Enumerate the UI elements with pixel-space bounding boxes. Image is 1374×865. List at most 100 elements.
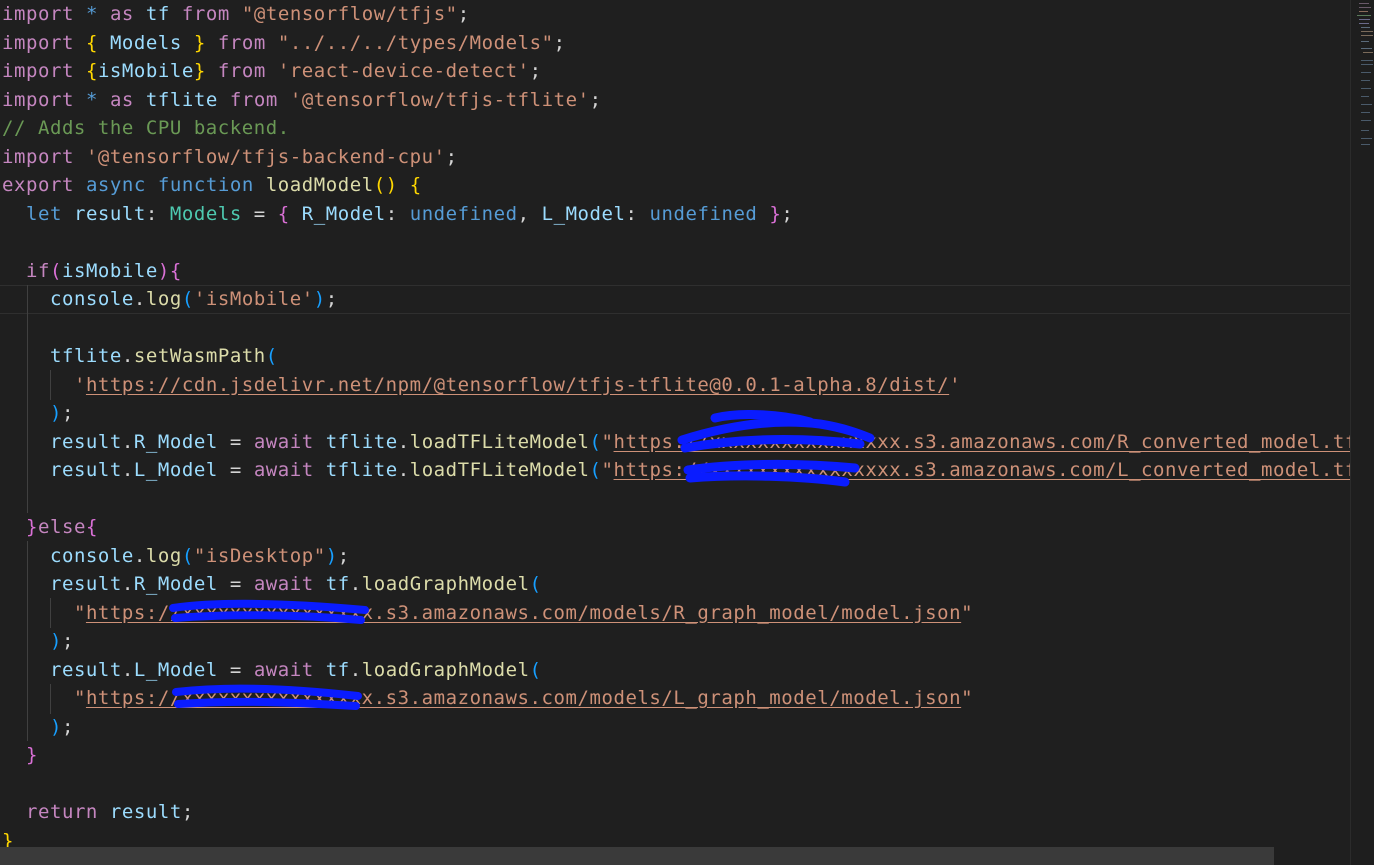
code-line[interactable]: }else{ xyxy=(0,513,1350,542)
code-token: https://xxxxxxxxxxxxxxxx.s3.amazonaws.co… xyxy=(613,459,1350,481)
minimap-line xyxy=(1361,80,1370,81)
minimap[interactable] xyxy=(1350,0,1374,865)
minimap-line xyxy=(1361,120,1371,121)
code-line[interactable]: // Adds the CPU backend. xyxy=(0,114,1350,143)
code-token: = xyxy=(217,573,254,595)
code-line[interactable]: ); xyxy=(0,627,1350,656)
code-token: ; xyxy=(553,31,566,54)
code-line[interactable]: } xyxy=(0,741,1350,770)
code-token: " xyxy=(601,459,614,481)
minimap-line xyxy=(1361,144,1370,145)
code-token: { xyxy=(169,259,182,282)
code-line[interactable]: import {isMobile} from 'react-device-det… xyxy=(0,57,1350,86)
code-line[interactable]: return result; xyxy=(0,798,1350,827)
minimap-line xyxy=(1361,64,1373,65)
code-line[interactable] xyxy=(0,228,1350,257)
code-line[interactable]: import { Models } from "../../../types/M… xyxy=(0,29,1350,58)
code-token: . xyxy=(349,658,362,681)
code-token: ' xyxy=(73,373,86,396)
minimap-line xyxy=(1361,35,1373,36)
code-line-current[interactable]: console.log('isMobile'); xyxy=(0,285,1350,314)
code-line[interactable] xyxy=(0,314,1350,343)
code-line[interactable]: import * as tf from "@tensorflow/tfjs"; xyxy=(0,0,1350,29)
code-token: " xyxy=(601,430,614,453)
code-token: R_Model xyxy=(133,573,218,595)
code-token: () xyxy=(373,174,398,196)
code-token: ( xyxy=(529,573,542,595)
code-line[interactable]: 'https://cdn.jsdelivr.net/npm/@tensorflo… xyxy=(0,371,1350,400)
code-token: "@tensorflow/tfjs" xyxy=(241,3,458,25)
code-line[interactable] xyxy=(0,485,1350,514)
code-token: loadTFLiteModel xyxy=(409,430,590,453)
code-line[interactable]: import * as tflite from '@tensorflow/tfj… xyxy=(0,86,1350,115)
code-token: async xyxy=(85,174,146,196)
code-token: ) xyxy=(313,288,326,310)
code-line[interactable]: result.R_Model = await tf.loadGraphModel… xyxy=(0,570,1350,599)
code-token: } xyxy=(25,744,38,766)
code-token: loadModel xyxy=(265,174,374,196)
code-token: from xyxy=(217,31,266,54)
minimap-line xyxy=(1359,7,1371,8)
code-token: loadTFLiteModel xyxy=(409,459,590,481)
code-editor[interactable]: import * as tf from "@tensorflow/tfjs"; i… xyxy=(0,0,1350,865)
code-line[interactable]: if(isMobile){ xyxy=(0,257,1350,286)
code-token: from xyxy=(229,88,278,111)
code-token: ( xyxy=(181,544,194,567)
minimap-line xyxy=(1361,27,1370,28)
code-line[interactable]: result.L_Model = await tf.loadGraphModel… xyxy=(0,656,1350,685)
code-token: "../../../types/Models" xyxy=(277,31,554,54)
code-token: log xyxy=(145,288,182,310)
code-token: ; xyxy=(61,402,74,424)
code-token: ; xyxy=(181,801,194,823)
code-token: ) xyxy=(325,544,338,567)
minimap-line xyxy=(1361,138,1372,139)
horizontal-scrollbar[interactable] xyxy=(0,847,1274,865)
code-token: } xyxy=(769,202,782,225)
code-token: ) xyxy=(49,715,62,738)
code-lines[interactable]: import * as tf from "@tensorflow/tfjs"; i… xyxy=(0,0,1350,855)
minimap-line xyxy=(1361,48,1372,49)
code-line[interactable]: ); xyxy=(0,399,1350,428)
code-line[interactable]: export async function loadModel() { xyxy=(0,171,1350,200)
code-line[interactable]: ); xyxy=(0,713,1350,742)
code-token: '@tensorflow/tfjs-tflite' xyxy=(289,88,590,111)
code-line[interactable]: "https://xxxxxxxxxxxxxxxx.s3.amazonaws.c… xyxy=(0,684,1350,713)
code-line[interactable]: console.log("isDesktop"); xyxy=(0,542,1350,571)
code-token: undefined xyxy=(649,202,758,225)
code-token: } xyxy=(193,31,206,54)
code-line[interactable]: result.R_Model = await tflite.loadTFLite… xyxy=(0,428,1350,457)
code-token: 'isMobile' xyxy=(193,288,314,310)
code-token: ) xyxy=(157,259,170,282)
code-token: R_Model xyxy=(133,430,218,453)
minimap-line xyxy=(1361,31,1373,32)
code-line[interactable]: import '@tensorflow/tfjs-backend-cpu'; xyxy=(0,143,1350,172)
minimap-line xyxy=(1359,3,1369,4)
code-line[interactable]: tflite.setWasmPath( xyxy=(0,342,1350,371)
code-token: tflite xyxy=(325,430,398,453)
code-token: ) xyxy=(49,630,62,652)
code-line[interactable] xyxy=(0,770,1350,799)
code-line[interactable]: "https://xxxxxxxxxxxxxxxx.s3.amazonaws.c… xyxy=(0,599,1350,628)
code-token: result xyxy=(49,573,122,595)
code-line[interactable]: let result: Models = { R_Model: undefine… xyxy=(0,200,1350,229)
code-line[interactable]: result.L_Model = await tflite.loadTFLite… xyxy=(0,456,1350,485)
